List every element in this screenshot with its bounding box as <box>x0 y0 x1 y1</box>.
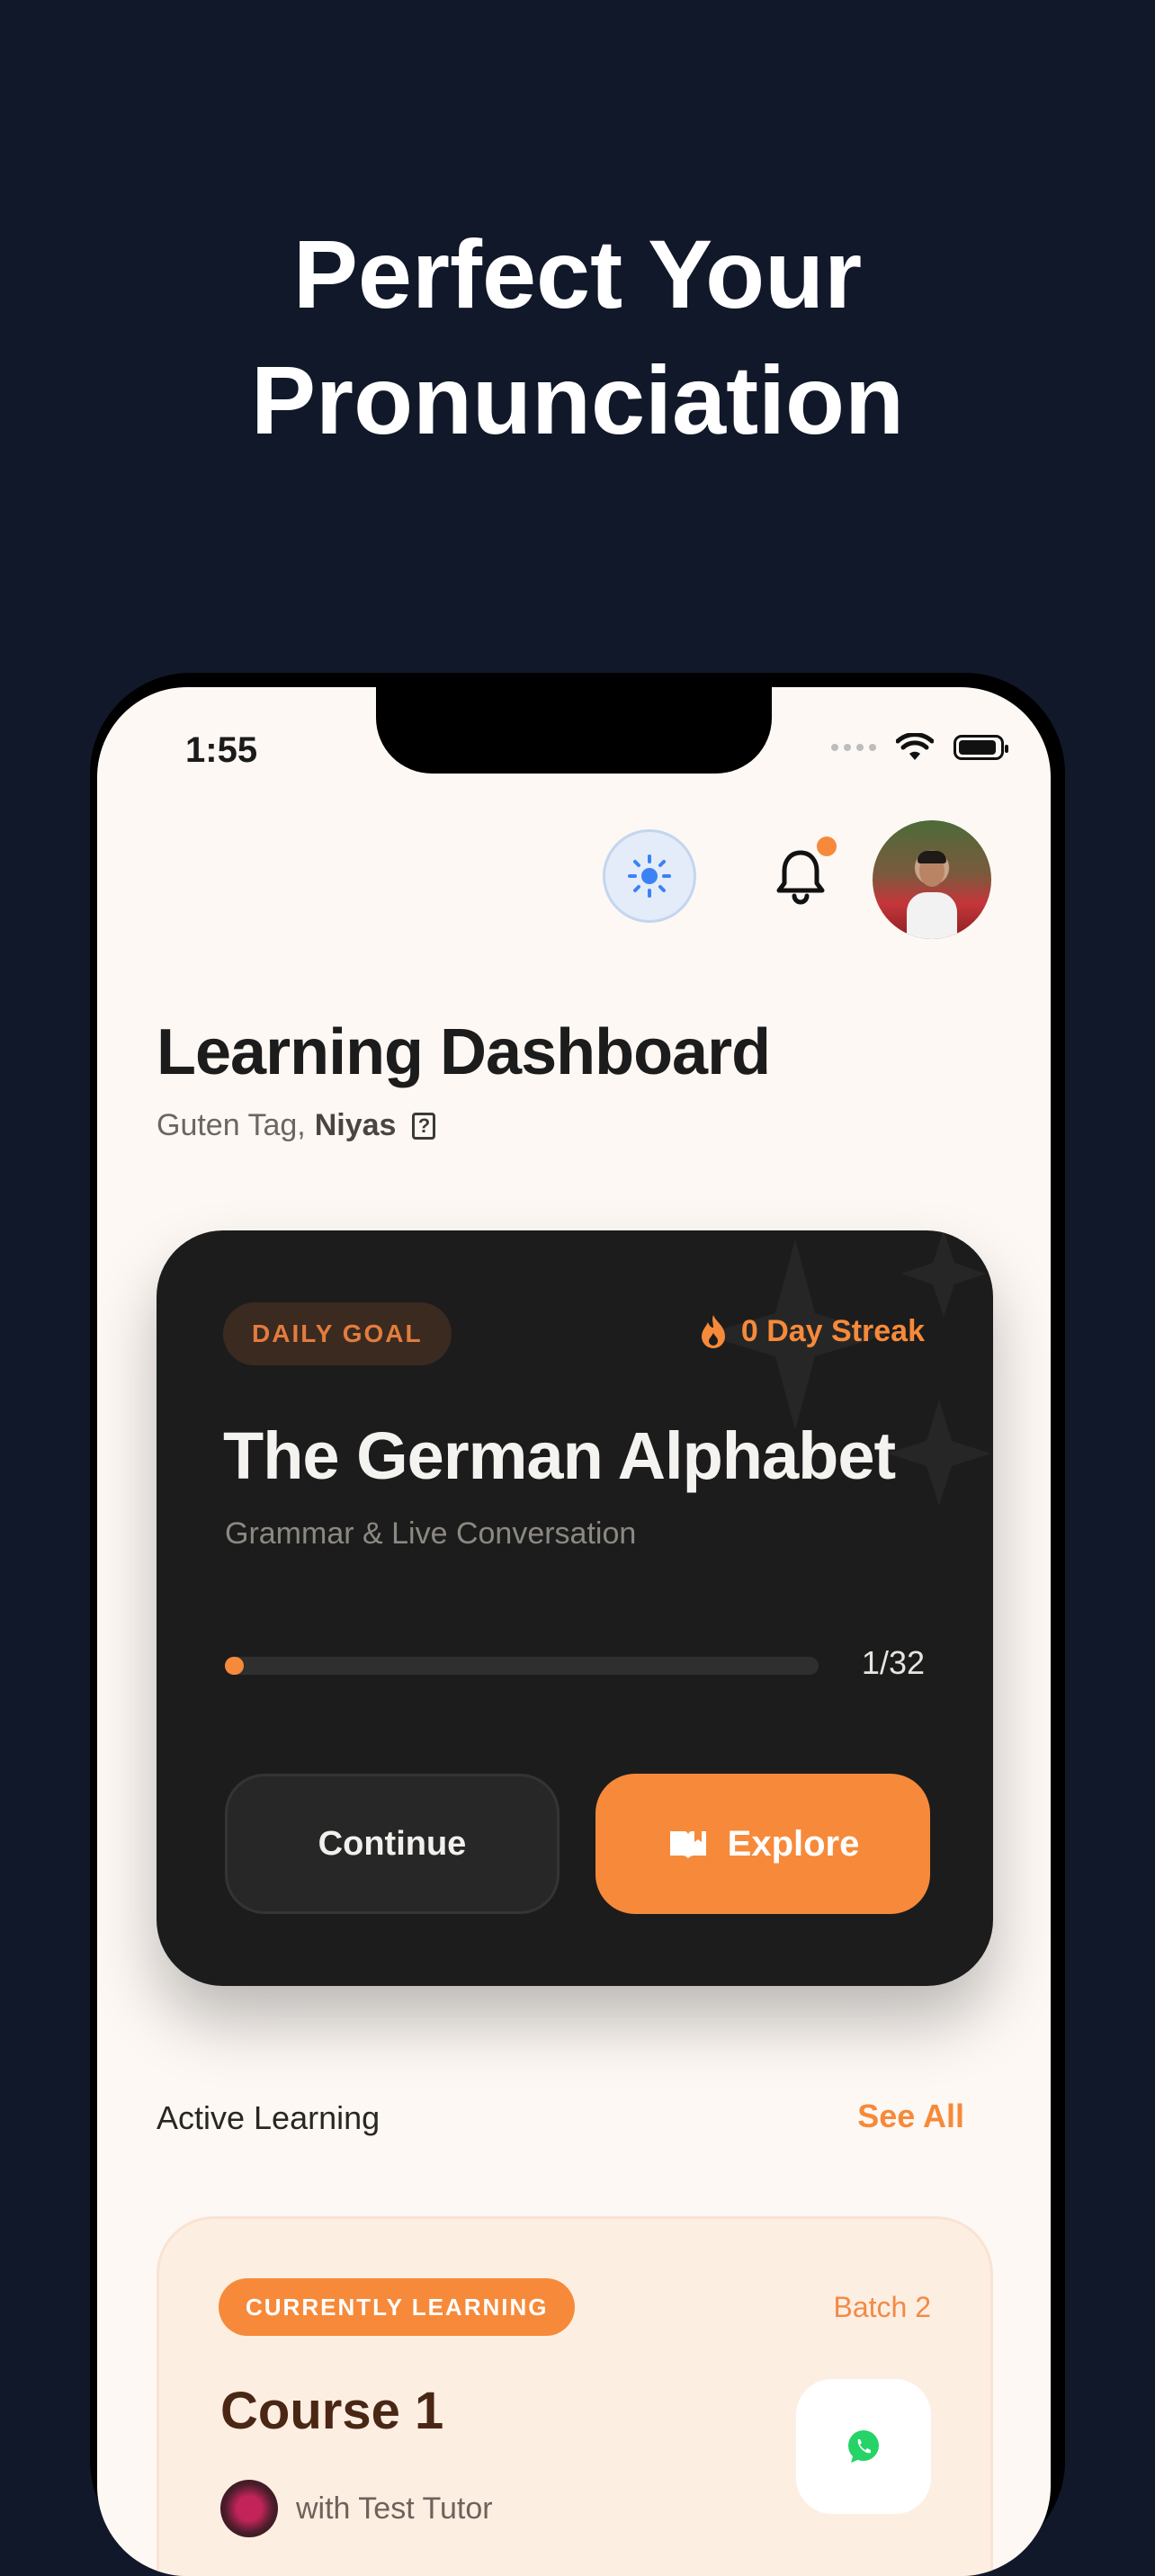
help-icon[interactable]: ? <box>412 1112 436 1140</box>
greeting-prefix: Guten Tag, <box>157 1108 306 1142</box>
explore-label: Explore <box>727 1823 860 1864</box>
greeting: Guten Tag, Niyas ? <box>157 1108 436 1143</box>
status-time: 1:55 <box>185 730 258 770</box>
phone-screen: 1:55 Learning Dashboard Guten Tag, Niyas… <box>97 687 1051 2576</box>
page-title: Learning Dashboard <box>157 1016 771 1088</box>
daily-goal-badge: DAILY GOAL <box>223 1302 452 1365</box>
continue-button[interactable]: Continue <box>225 1774 560 1914</box>
lesson-subtitle: Grammar & Live Conversation <box>225 1516 637 1551</box>
whatsapp-icon <box>848 2430 879 2463</box>
tutor-avatar <box>220 2480 278 2537</box>
streak-text: 0 Day Streak <box>740 1313 925 1348</box>
batch-label: Batch 2 <box>833 2291 931 2323</box>
status-icons <box>831 727 1008 768</box>
sun-icon <box>628 854 671 898</box>
notch <box>376 687 772 774</box>
currently-learning-badge: CURRENTLY LEARNING <box>219 2278 576 2336</box>
hero-line-1: Perfect Your <box>292 219 863 328</box>
lesson-progress-bar <box>225 1657 819 1675</box>
hero-headline: Perfect Your Pronunciation <box>0 211 1155 463</box>
course-title: Course 1 <box>220 2382 444 2440</box>
explore-button[interactable]: Explore <box>595 1774 930 1914</box>
flame-icon <box>701 1315 725 1348</box>
user-avatar[interactable] <box>873 820 991 939</box>
theme-toggle-button[interactable] <box>603 829 696 923</box>
active-learning-heading: Active Learning <box>157 2099 381 2136</box>
wifi-icon <box>896 733 934 760</box>
progress-fill <box>225 1657 244 1675</box>
whatsapp-button[interactable] <box>796 2379 931 2514</box>
lesson-title: The German Alphabet <box>223 1418 896 1493</box>
book-open-icon <box>669 1831 706 1858</box>
user-name: Niyas <box>314 1108 397 1142</box>
signal-icon <box>831 744 876 751</box>
course-card[interactable]: CURRENTLY LEARNING Batch 2 Course 1 with… <box>157 2216 993 2576</box>
tutor-name: with Test Tutor <box>296 2491 493 2526</box>
sparkle-decoration-icon <box>703 1230 991 1506</box>
daily-goal-card: DAILY GOAL 0 Day Streak The German Alpha… <box>157 1230 993 1986</box>
tutor-row: with Test Tutor <box>220 2480 493 2537</box>
streak-indicator: 0 Day Streak <box>698 1313 925 1349</box>
progress-label: 1/32 <box>861 1644 925 1681</box>
battery-icon <box>954 735 1008 760</box>
notification-badge-dot <box>817 836 837 856</box>
hero-line-2: Pronunciation <box>251 345 904 454</box>
see-all-link[interactable]: See All <box>857 2097 964 2135</box>
